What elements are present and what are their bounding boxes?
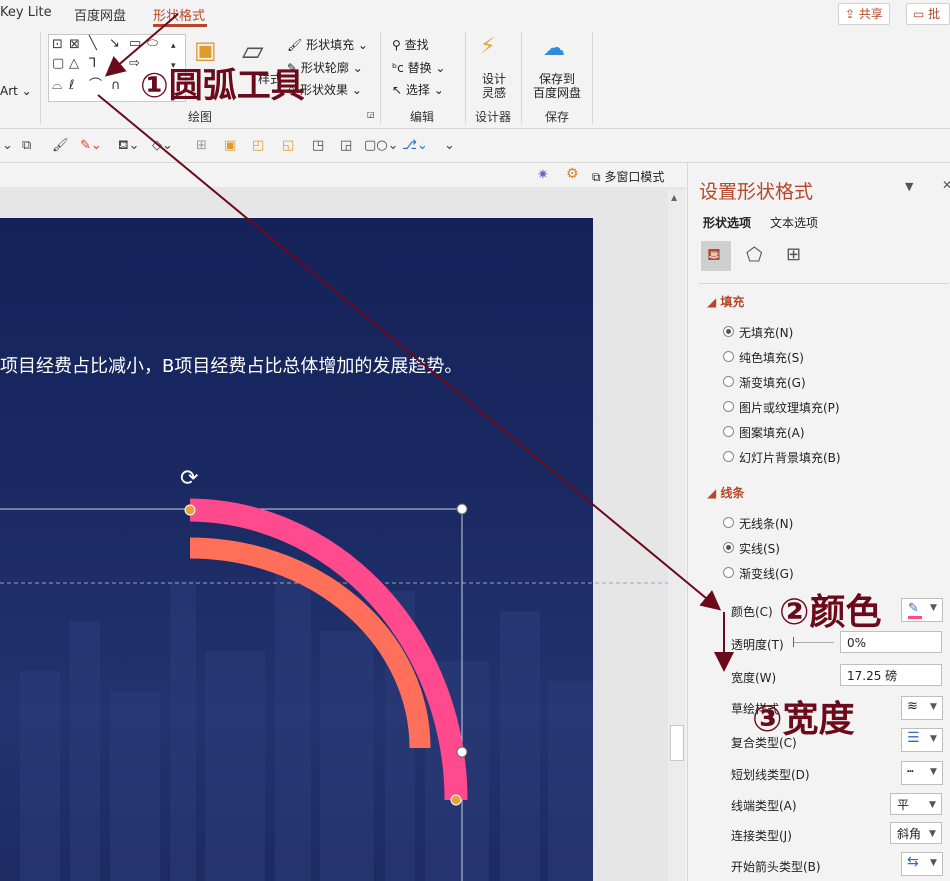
annotation-arrow-color: [97, 94, 722, 611]
annotation-arc-tool: ①圆弧工具: [140, 66, 305, 106]
annotation-width: ③宽度: [752, 699, 855, 740]
annotation-arrows: [97, 13, 734, 672]
annotation-color: ②颜色: [779, 592, 882, 633]
